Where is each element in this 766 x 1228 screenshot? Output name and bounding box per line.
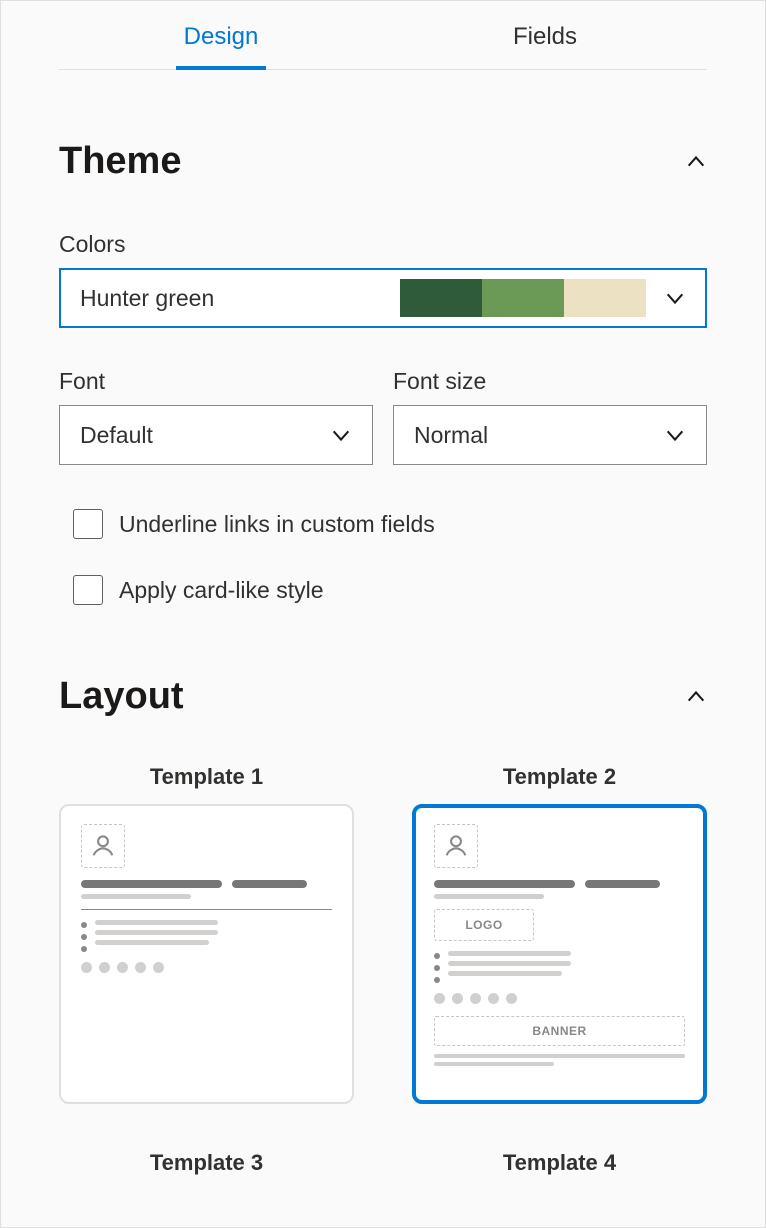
card-style-checkbox[interactable] [73,575,103,605]
templates-grid: Template 1 [59,764,707,1190]
tab-design[interactable]: Design [59,13,383,69]
template-2-label: Template 2 [503,764,616,790]
colors-value: Hunter green [80,285,214,312]
card-style-checkbox-row[interactable]: Apply card-like style [73,575,707,605]
chevron-up-icon [685,686,707,708]
template-4[interactable]: Template 4 [412,1150,707,1190]
underline-links-checkbox-row[interactable]: Underline links in custom fields [73,509,707,539]
tabs: Design Fields [59,1,707,70]
chevron-up-icon [685,151,707,173]
theme-section-header[interactable]: Theme [59,140,707,183]
color-swatches [400,279,646,317]
chevron-down-icon [330,424,352,446]
font-size-label: Font size [393,368,707,395]
chevron-down-icon [664,424,686,446]
banner-placeholder: BANNER [434,1016,685,1046]
swatch-1 [400,279,482,317]
template-3-label: Template 3 [150,1150,263,1176]
swatch-3 [564,279,646,317]
underline-links-label: Underline links in custom fields [119,511,435,538]
card-style-label: Apply card-like style [119,577,324,604]
template-3[interactable]: Template 3 [59,1150,354,1190]
template-1-label: Template 1 [150,764,263,790]
font-size-value: Normal [414,422,488,449]
font-value: Default [80,422,153,449]
template-1-card [59,804,354,1104]
template-2-card: LOGO BANNER [412,804,707,1104]
template-4-label: Template 4 [503,1150,616,1176]
layout-title: Layout [59,675,184,718]
logo-placeholder: LOGO [434,909,534,941]
avatar-placeholder-icon [434,824,478,868]
colors-label: Colors [59,231,707,258]
tab-fields[interactable]: Fields [383,13,707,69]
theme-title: Theme [59,140,181,183]
font-size-select[interactable]: Normal [393,405,707,465]
font-label: Font [59,368,373,395]
underline-links-checkbox[interactable] [73,509,103,539]
colors-select[interactable]: Hunter green [59,268,707,328]
chevron-down-icon [664,287,686,309]
font-select[interactable]: Default [59,405,373,465]
avatar-placeholder-icon [81,824,125,868]
template-1[interactable]: Template 1 [59,764,354,1104]
design-panel: Theme Colors Hunter green Font Default [1,140,765,1190]
template-2[interactable]: Template 2 LOGO BANNER [412,764,707,1104]
swatch-2 [482,279,564,317]
layout-section-header[interactable]: Layout [59,675,707,718]
